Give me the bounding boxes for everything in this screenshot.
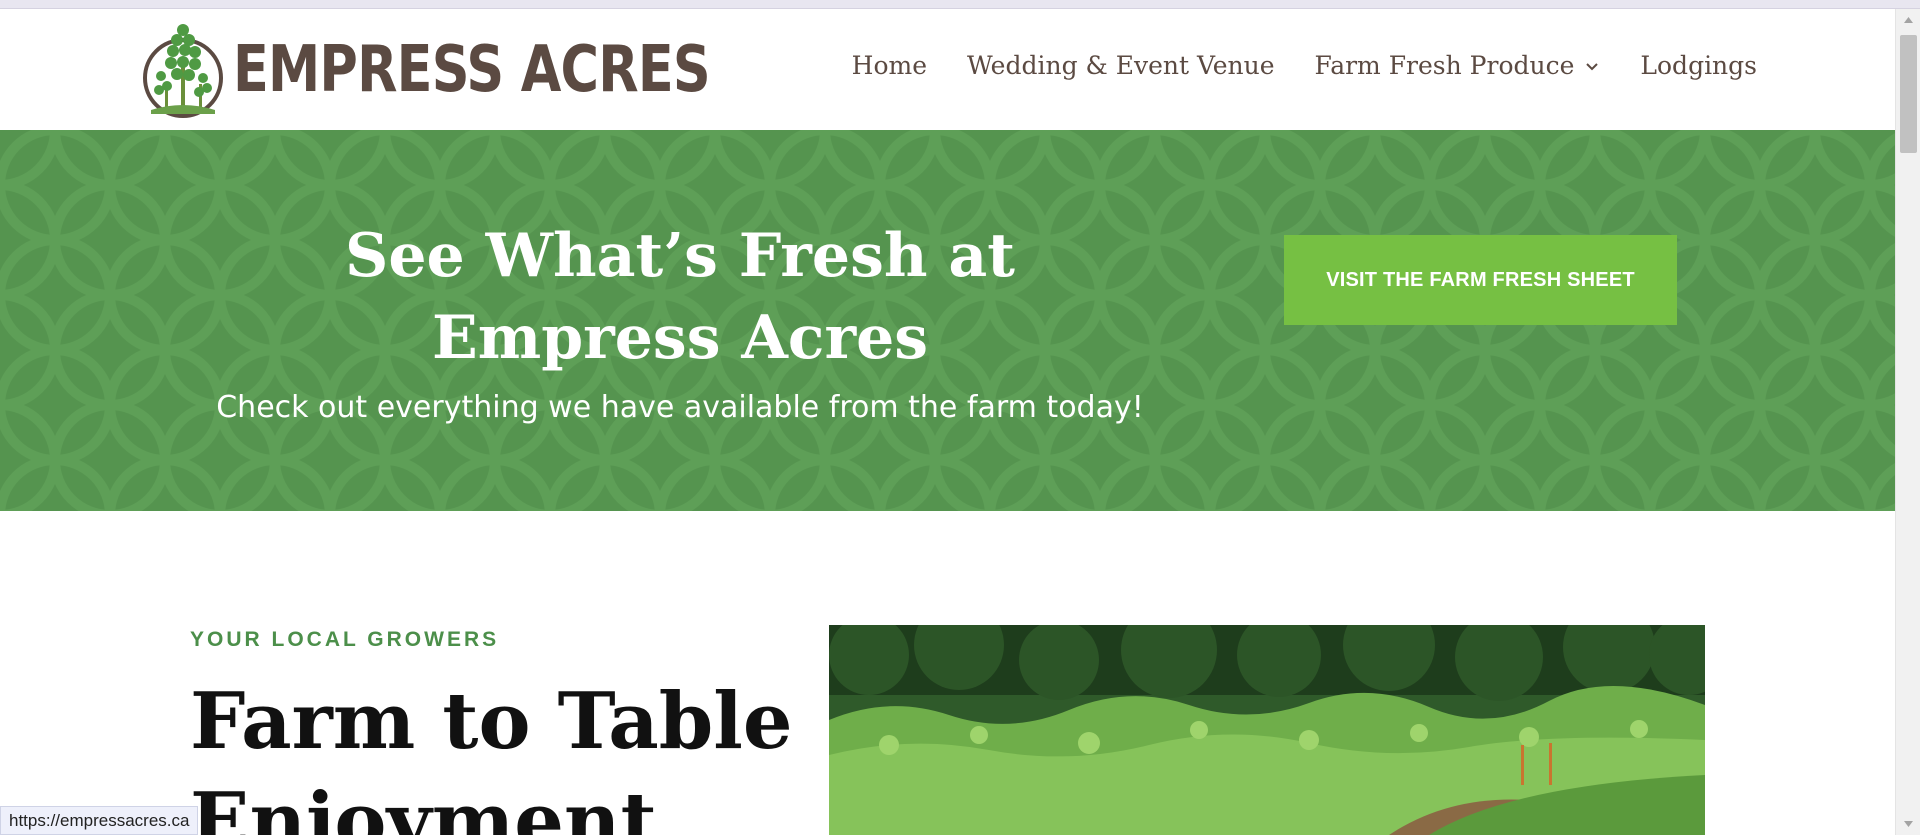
scroll-down-arrow-icon[interactable]	[1896, 813, 1920, 835]
scroll-up-arrow-icon[interactable]	[1896, 9, 1920, 31]
tree-logo-icon	[143, 24, 223, 118]
main-navigation: Home Wedding & Event Venue Farm Fresh Pr…	[852, 51, 1757, 80]
fresh-banner: See What’s Fresh at Empress Acres Check …	[0, 130, 1895, 511]
nav-item-lodgings[interactable]: Lodgings	[1640, 51, 1757, 80]
browser-top-edge	[0, 0, 1920, 9]
section-heading: Farm to Table Enjoyment	[190, 676, 793, 835]
nav-item-label: Lodgings	[1640, 51, 1757, 80]
banner-title: See What’s Fresh at Empress Acres	[345, 221, 1015, 373]
site-header: EMPRESS ACRES Home Wedding & Event Venue…	[0, 9, 1895, 130]
garden-photo-image	[829, 625, 1705, 835]
chevron-down-icon	[1586, 62, 1599, 70]
page-scrollbar[interactable]	[1895, 9, 1920, 835]
logo-wordmark: EMPRESS ACRES	[233, 33, 711, 107]
nav-item-label: Home	[851, 51, 928, 80]
section-eyebrow: YOUR LOCAL GROWERS	[190, 628, 500, 651]
site-logo[interactable]: EMPRESS ACRES	[141, 20, 815, 120]
nav-item-label: Farm Fresh Produce	[1314, 51, 1575, 80]
nav-item-wedding-event-venue[interactable]: Wedding & Event Venue	[967, 51, 1275, 80]
nav-item-home[interactable]: Home	[852, 51, 927, 80]
visit-farm-fresh-sheet-button[interactable]: VISIT THE FARM FRESH SHEET	[1284, 235, 1677, 325]
nav-item-farm-fresh-produce[interactable]: Farm Fresh Produce	[1315, 51, 1601, 80]
nav-item-label: Wedding & Event Venue	[967, 51, 1275, 80]
banner-subtitle: Check out everything we have available f…	[216, 390, 1144, 425]
link-status-bar: https://empressacres.ca	[0, 806, 199, 835]
garden-photo	[829, 625, 1705, 835]
scrollbar-thumb[interactable]	[1900, 35, 1917, 153]
